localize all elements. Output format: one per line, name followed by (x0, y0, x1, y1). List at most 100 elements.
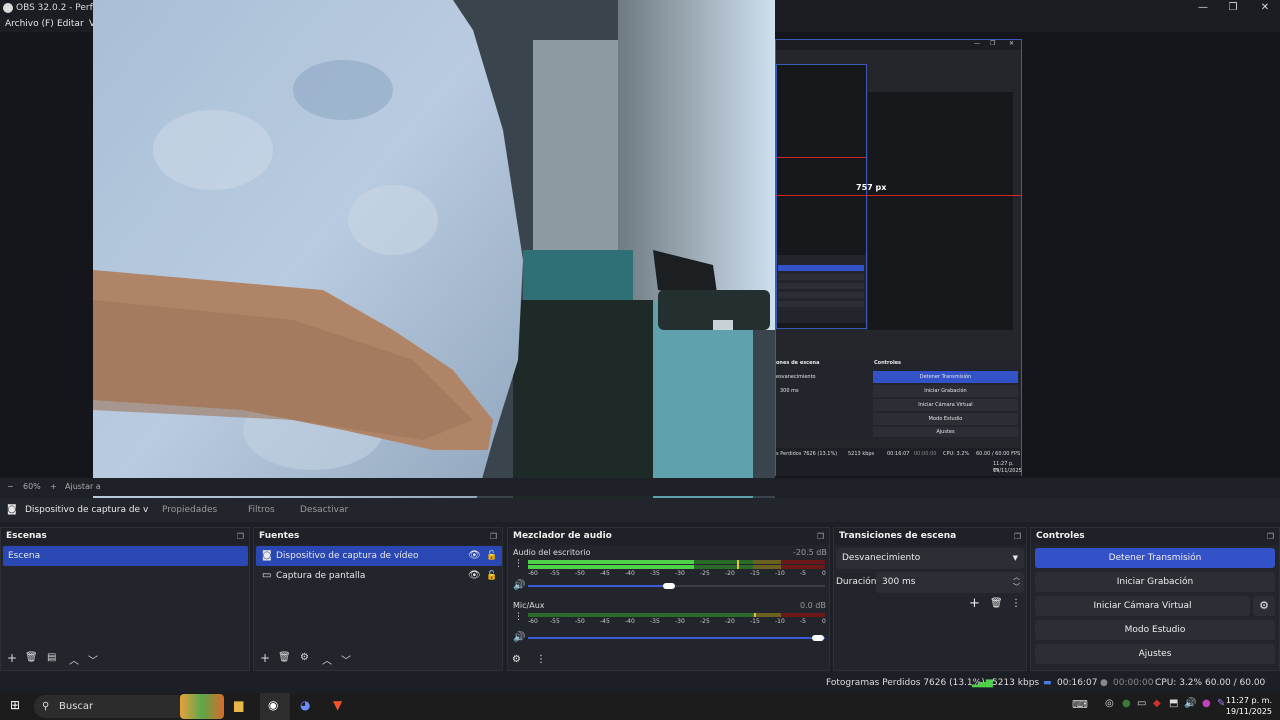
mixer-header: Mezclador de audio ❐ (508, 528, 829, 545)
scenes-dock: Escenas ❐ Escena + 🗑 ▤ ︿ ﹀ (0, 527, 250, 671)
network-icon[interactable]: ▭ (1137, 698, 1146, 709)
source-item[interactable]: ◙ Dispositivo de captura de vídeo 👁 🔓 (256, 546, 502, 566)
meter-yellow-zone (753, 565, 781, 569)
move-up-icon[interactable]: ︿ (69, 652, 79, 667)
add-source-icon[interactable]: + (260, 651, 270, 665)
remove-source-icon[interactable]: 🗑 (278, 652, 291, 663)
filters-button[interactable]: Filtros (248, 498, 275, 522)
zoom-level: 60% (23, 482, 41, 491)
nested-transitions: ones de escena esvanecimiento 300 ms (776, 358, 872, 438)
security-icon[interactable]: ◆ (1153, 698, 1161, 709)
search-highlight-image (180, 694, 224, 719)
keyboard-icon[interactable]: ⌨ (1072, 698, 1088, 711)
tick-label: -40 (625, 618, 635, 625)
advanced-audio-icon[interactable]: ⚙ (512, 654, 521, 665)
taskbar-clock[interactable]: 11:27 p. m. 19/11/2025 (1226, 695, 1272, 717)
spin-down-icon[interactable]: ﹀ (1013, 577, 1020, 598)
move-down-icon[interactable]: ﹀ (341, 652, 351, 667)
settings-button[interactable]: Ajustes (1035, 644, 1275, 664)
file-explorer-icon[interactable]: ▆ (234, 698, 243, 712)
scenes-toolbar: + 🗑 ▤ ︿ ﹀ (1, 648, 249, 670)
add-transition-icon[interactable]: + (969, 596, 980, 611)
transition-menu-icon[interactable]: ⋮ (1011, 598, 1021, 609)
obs-taskbar-icon[interactable]: ◉ (268, 698, 278, 712)
sources-toolbar: + 🗑 ⚙ ︿ ﹀ (254, 648, 502, 670)
studio-mode-button[interactable]: Modo Estudio (1035, 620, 1275, 640)
volume-slider-knob[interactable] (663, 583, 675, 589)
tick-label: 0 (822, 570, 826, 577)
nested-inner-red-line (777, 157, 866, 158)
steam-icon[interactable]: ◎ (1105, 698, 1114, 709)
start-recording-button[interactable]: Iniciar Grabación (1035, 572, 1275, 592)
nested-statusbar: s Perdidos 7626 (13.1%) 5213 kbps 00:16:… (776, 448, 1022, 476)
fit-button[interactable]: Ajustar a (65, 478, 101, 496)
undock-icon[interactable]: ❐ (490, 528, 497, 545)
monitor-icon: ▭ (262, 570, 272, 581)
remove-scene-icon[interactable]: 🗑 (25, 652, 38, 663)
undock-icon[interactable]: ❐ (1267, 528, 1274, 545)
nvidia-icon[interactable]: ● (1122, 698, 1131, 709)
selected-source-name: Dispositivo de captura de v (25, 505, 149, 515)
volume-icon[interactable]: 🔊 (1184, 698, 1196, 709)
source-item[interactable]: ▭ Captura de pantalla 👁 🔓 (256, 566, 502, 586)
mixer-menu-icon[interactable]: ⋮ (536, 654, 546, 665)
channel-menu-icon[interactable]: ⋮ (514, 612, 523, 622)
lock-icon[interactable]: 🔓 (486, 546, 497, 566)
menu-archivo[interactable]: Archivo (F) (5, 16, 54, 32)
nested-inner-stop (778, 265, 864, 271)
zoom-out-button[interactable]: − (7, 478, 14, 496)
visibility-eye-icon[interactable]: 👁 (468, 566, 481, 586)
stream-icon: ▬ (1043, 678, 1052, 688)
tick-label: -35 (650, 618, 660, 625)
zoom-in-button[interactable]: + (50, 478, 57, 496)
stop-streaming-button[interactable]: Detener Transmisión (1035, 548, 1275, 568)
move-up-icon[interactable]: ︿ (322, 652, 332, 667)
meter-ticks: -60 -55 -50 -45 -40 -35 -30 -25 -20 -15 … (528, 570, 826, 578)
windows-start-icon[interactable]: ⊞ (10, 698, 20, 712)
lock-icon[interactable]: 🔓 (486, 566, 497, 586)
app-tray-icon[interactable]: ● (1202, 698, 1211, 709)
meter-yellow-zone (753, 560, 781, 564)
gear-icon[interactable]: ⚙ (300, 652, 309, 663)
tick-label: -50 (575, 618, 585, 625)
undock-icon[interactable]: ❐ (237, 528, 244, 545)
tick-label: -10 (775, 618, 785, 625)
scene-item[interactable]: Escena (3, 546, 248, 566)
tray-icon[interactable]: ⬒ (1169, 698, 1178, 709)
duration-spinbox[interactable]: 300 ms ︿ ﹀ (876, 572, 1024, 593)
tick-label: -55 (550, 618, 560, 625)
minimize-icon[interactable]: — (1188, 0, 1218, 16)
deactivate-button[interactable]: Desactivar (300, 498, 348, 522)
nested-duration: 300 ms (780, 388, 799, 394)
nested-status-rec: 00:00:00 (914, 451, 937, 457)
volume-slider[interactable] (528, 635, 825, 641)
transition-select[interactable]: Desvanecimiento ▼ (836, 548, 1024, 569)
meter-green-zone (528, 613, 753, 617)
move-down-icon[interactable]: ﹀ (88, 652, 98, 667)
gear-icon[interactable]: ⚙ (1253, 596, 1275, 616)
remove-transition-icon[interactable]: 🗑 (990, 598, 1003, 609)
add-scene-icon[interactable]: + (7, 651, 17, 665)
volume-slider[interactable] (528, 583, 825, 589)
visibility-eye-icon[interactable]: 👁 (468, 546, 481, 566)
record-icon: ● (1100, 678, 1108, 688)
start-virtual-camera-button[interactable]: Iniciar Cámara Virtual (1035, 596, 1250, 616)
scene-filters-icon[interactable]: ▤ (47, 652, 56, 663)
meter-level-fill (528, 565, 694, 569)
undock-icon[interactable]: ❐ (1014, 528, 1021, 545)
restore-icon[interactable]: ❐ (1218, 0, 1248, 16)
properties-button[interactable]: Propiedades (162, 498, 217, 522)
brave-browser-icon[interactable]: ▼ (333, 698, 342, 712)
volume-slider-knob[interactable] (812, 635, 824, 641)
menu-editar[interactable]: Editar (57, 16, 84, 32)
speaker-icon[interactable]: 🔊 (513, 632, 525, 643)
source-label: Captura de pantalla (276, 571, 366, 581)
speaker-icon[interactable]: 🔊 (513, 580, 525, 591)
close-icon[interactable]: ✕ (1250, 0, 1280, 16)
nested-clock-date: 19/11/2025 (993, 468, 1022, 474)
channel-menu-icon[interactable]: ⋮ (514, 559, 523, 569)
undock-icon[interactable]: ❐ (817, 528, 824, 545)
discord-icon[interactable]: ◕ (300, 698, 310, 712)
source-label: Dispositivo de captura de vídeo (276, 551, 419, 561)
pen-icon[interactable]: ✎ (1217, 698, 1225, 709)
